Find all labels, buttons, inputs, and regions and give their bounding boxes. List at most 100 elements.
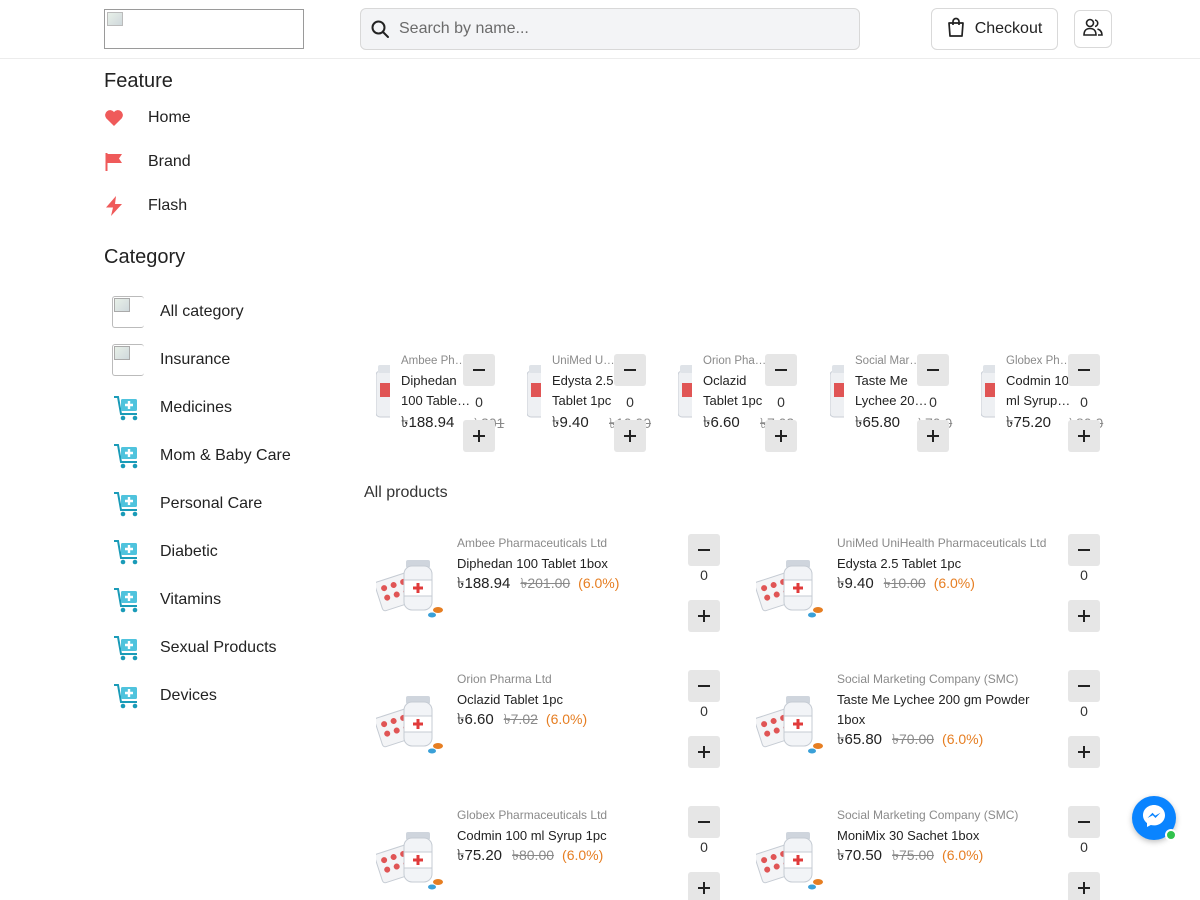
product-card[interactable]: UniMed UniHealth Pharmaceuticals Ltd Edy…: [744, 534, 1100, 664]
product-image: [374, 688, 446, 756]
sidebar-item-home[interactable]: Home: [104, 106, 191, 130]
product-image: [830, 361, 844, 421]
minus-icon: [624, 369, 636, 371]
broken-image-icon: [112, 344, 144, 376]
medical-cart-icon: [112, 535, 160, 569]
decrease-qty-button[interactable]: [1068, 806, 1100, 838]
sidebar-item-personal-care[interactable]: Personal Care: [112, 487, 262, 521]
decrease-qty-button[interactable]: [688, 806, 720, 838]
flash-product-card[interactable]: Orion Phar… Oclazid Tablet 1pc ৳6.60 ৳7.…: [678, 353, 808, 453]
increase-qty-button[interactable]: [1068, 736, 1100, 768]
product-prices: ৳70.50 ৳75.00 (6.0%): [837, 844, 983, 869]
flash-product-card[interactable]: Ambee Pha… Diphedan 100 Table… ৳188.94 ৳…: [376, 353, 506, 453]
checkout-label: Checkout: [974, 20, 1043, 37]
increase-qty-button[interactable]: [688, 736, 720, 768]
product-card[interactable]: Orion Pharma Ltd Oclazid Tablet 1pc ৳6.6…: [364, 670, 720, 800]
medical-cart-icon: [112, 439, 160, 473]
sidebar-item-label: All category: [160, 303, 244, 320]
product-image: [678, 361, 692, 421]
sidebar-item-sexual-products[interactable]: Sexual Products: [112, 631, 277, 665]
product-name[interactable]: Codmin 100 ml Syrup 1pc: [457, 826, 655, 846]
sidebar-item-label: Brand: [148, 153, 191, 170]
sidebar-item-label: Vitamins: [160, 591, 222, 608]
sidebar-item-insurance[interactable]: Insurance: [112, 343, 230, 377]
minus-icon: [1078, 549, 1090, 551]
minus-icon: [1078, 685, 1090, 687]
messenger-chat-button[interactable]: [1132, 796, 1177, 841]
product-price: ৳75.20: [1006, 414, 1052, 431]
decrease-qty-button[interactable]: [688, 534, 720, 566]
increase-qty-button[interactable]: [1068, 600, 1100, 632]
product-image: [754, 688, 826, 756]
sidebar-item-label: Sexual Products: [160, 639, 277, 656]
product-card[interactable]: Ambee Pharmaceuticals Ltd Diphedan 100 T…: [364, 534, 720, 664]
increase-qty-button[interactable]: [688, 872, 720, 900]
product-name[interactable]: Taste Me Lychee 200 gm Powder 1box: [837, 690, 1035, 730]
increase-qty-button[interactable]: [1068, 420, 1100, 452]
top-header: Checkout: [0, 0, 1200, 59]
plus-icon: [698, 882, 710, 894]
product-old-price: ৳10.00: [883, 575, 926, 591]
product-image: [527, 361, 541, 421]
minus-icon: [775, 369, 787, 371]
increase-qty-button[interactable]: [614, 420, 646, 452]
sidebar-item-devices[interactable]: Devices: [112, 679, 217, 713]
product-brand: Globex Pha…: [1006, 355, 1072, 367]
flash-product-card[interactable]: Social Mark… Taste Me Lychee 20… ৳65.80 …: [830, 353, 960, 453]
checkout-button[interactable]: Checkout: [931, 8, 1058, 50]
decrease-qty-button[interactable]: [1068, 670, 1100, 702]
sidebar-item-label: Personal Care: [160, 495, 263, 512]
search-bar[interactable]: [360, 8, 860, 50]
product-brand: UniMed Uni…: [552, 355, 618, 367]
product-price: ৳75.20: [457, 847, 503, 864]
sidebar-item-mom-baby-care[interactable]: Mom & Baby Care: [112, 439, 291, 473]
flag-icon: [104, 152, 148, 172]
product-price: ৳9.40: [837, 575, 874, 592]
site-logo[interactable]: [104, 9, 304, 49]
decrease-qty-button[interactable]: [1068, 354, 1100, 386]
decrease-qty-button[interactable]: [688, 670, 720, 702]
decrease-qty-button[interactable]: [765, 354, 797, 386]
product-image: [981, 361, 995, 421]
product-card[interactable]: Social Marketing Company (SMC) Taste Me …: [744, 670, 1100, 800]
discount-badge: (6.0%): [942, 847, 984, 863]
increase-qty-button[interactable]: [765, 420, 797, 452]
increase-qty-button[interactable]: [688, 600, 720, 632]
sidebar-item-vitamins[interactable]: Vitamins: [112, 583, 221, 617]
sidebar-item-medicines[interactable]: Medicines: [112, 391, 232, 425]
plus-icon: [698, 610, 710, 622]
sidebar-item-flash[interactable]: Flash: [104, 194, 187, 218]
product-prices: ৳188.94 ৳201.00 (6.0%): [457, 572, 619, 597]
product-name[interactable]: Oclazid Tablet 1pc: [457, 690, 655, 710]
minus-icon: [1078, 369, 1090, 371]
sidebar-item-label: Mom & Baby Care: [160, 447, 291, 464]
search-input[interactable]: [399, 20, 839, 38]
increase-qty-button[interactable]: [463, 420, 495, 452]
sidebar-item-diabetic[interactable]: Diabetic: [112, 535, 218, 569]
product-image: [374, 552, 446, 620]
product-card[interactable]: Social Marketing Company (SMC) MoniMix 3…: [744, 806, 1100, 900]
flash-product-card[interactable]: Globex Pha… Codmin 100 ml Syrup 1pc ৳75.…: [981, 353, 1111, 453]
decrease-qty-button[interactable]: [1068, 534, 1100, 566]
decrease-qty-button[interactable]: [917, 354, 949, 386]
account-button[interactable]: [1074, 10, 1112, 48]
increase-qty-button[interactable]: [917, 420, 949, 452]
product-brand: Ambee Pha…: [401, 355, 467, 367]
decrease-qty-button[interactable]: [614, 354, 646, 386]
sidebar-item-all-category[interactable]: All category: [112, 295, 244, 329]
product-image: [754, 552, 826, 620]
product-card[interactable]: Globex Pharmaceuticals Ltd Codmin 100 ml…: [364, 806, 720, 900]
sidebar-item-label: Medicines: [160, 399, 233, 416]
discount-badge: (6.0%): [562, 847, 604, 863]
sidebar-item-brand[interactable]: Brand: [104, 150, 191, 174]
product-name[interactable]: Edysta 2.5 Tablet 1pc: [837, 554, 1035, 574]
flash-product-card[interactable]: UniMed Uni… Edysta 2.5 Tablet 1pc ৳9.40 …: [527, 353, 657, 453]
product-name[interactable]: MoniMix 30 Sachet 1box: [837, 826, 1035, 846]
increase-qty-button[interactable]: [1068, 872, 1100, 900]
discount-badge: (6.0%): [942, 731, 984, 747]
product-price: ৳188.94: [457, 575, 511, 592]
decrease-qty-button[interactable]: [463, 354, 495, 386]
product-name[interactable]: Diphedan 100 Tablet 1box: [457, 554, 655, 574]
product-price: ৳70.50: [837, 847, 883, 864]
discount-badge: (6.0%): [933, 575, 975, 591]
